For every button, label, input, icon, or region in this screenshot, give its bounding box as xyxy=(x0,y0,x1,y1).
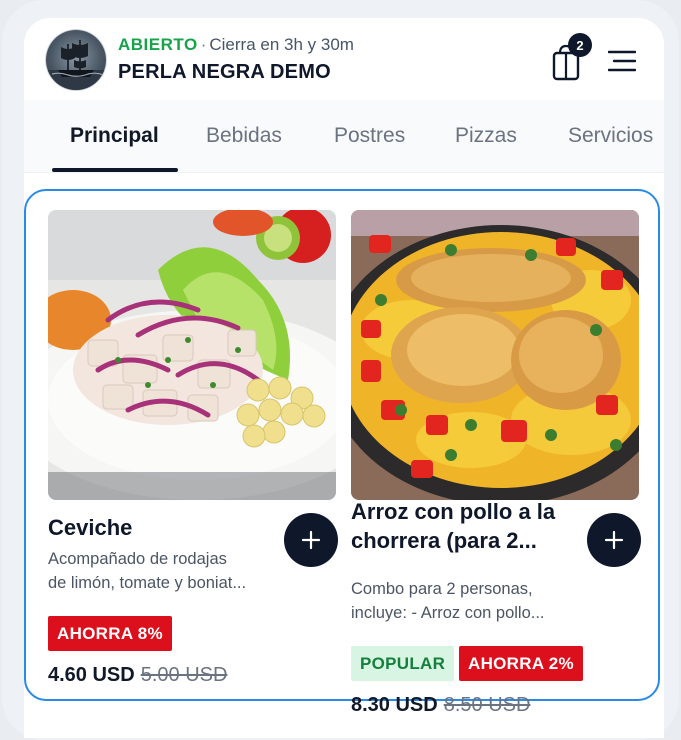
add-to-cart-button[interactable] xyxy=(587,513,641,567)
active-tab-indicator xyxy=(52,168,178,172)
tab-pizzas[interactable]: Pizzas xyxy=(455,124,517,148)
open-status-line: ABIERTO · Cierra en 3h y 30m xyxy=(118,35,354,55)
plus-icon xyxy=(604,530,624,550)
tab-postres[interactable]: Postres xyxy=(334,124,405,148)
closing-time: Cierra en 3h y 30m xyxy=(209,35,354,54)
store-header: ABIERTO · Cierra en 3h y 30m PERLA NEGRA D… xyxy=(24,18,664,100)
menu-button[interactable] xyxy=(607,49,637,73)
discount-badge: AHORRA 2% xyxy=(459,646,583,681)
description-line: de limón, tomate y boniat... xyxy=(48,574,247,592)
description-line: Combo para 2 personas, xyxy=(351,580,533,598)
product-image-ceviche[interactable] xyxy=(48,210,336,500)
arroz-con-pollo-photo xyxy=(351,210,639,500)
pirate-ship-logo-icon xyxy=(46,40,106,90)
store-name: PERLA NEGRA DEMO xyxy=(118,61,331,83)
product-description: Combo para 2 personas, incluye: - Arroz … xyxy=(351,577,585,625)
product-price-row: 4.60 USD 5.00 USD xyxy=(48,664,227,687)
ceviche-photo xyxy=(48,210,336,500)
tab-servicios[interactable]: Servicios xyxy=(568,124,653,148)
popular-badge: POPULAR xyxy=(351,646,455,681)
product-image-arroz-con-pollo[interactable] xyxy=(351,210,639,500)
app-screen: ABIERTO · Cierra en 3h y 30m PERLA NEGRA D… xyxy=(24,18,664,738)
product-description: Acompañado de rodajas de limón, tomate y… xyxy=(48,547,282,595)
add-to-cart-button[interactable] xyxy=(284,513,338,567)
product-name[interactable]: Arroz con pollo a la chorrera (para 2... xyxy=(351,497,579,555)
product-name[interactable]: Ceviche xyxy=(48,513,276,542)
old-price: 5.00 USD xyxy=(140,664,228,686)
store-logo xyxy=(46,30,106,90)
tab-principal[interactable]: Principal xyxy=(70,124,159,148)
product-card-arroz-con-pollo[interactable]: Arroz con pollo a la chorrera (para 2...… xyxy=(351,191,641,716)
tab-bebidas[interactable]: Bebidas xyxy=(206,124,282,148)
discount-badge: AHORRA 8% xyxy=(48,616,172,651)
product-card-ceviche[interactable]: Ceviche Acompañado de rodajas de limón, … xyxy=(48,191,338,701)
cart-count-badge: 2 xyxy=(568,33,592,57)
plus-icon xyxy=(301,530,321,550)
open-status: ABIERTO xyxy=(118,35,198,54)
current-price: 4.60 USD xyxy=(48,664,135,686)
hamburger-menu-icon xyxy=(607,50,637,72)
phone-frame: ABIERTO · Cierra en 3h y 30m PERLA NEGRA D… xyxy=(2,0,679,740)
product-grid: Ceviche Acompañado de rodajas de limón, … xyxy=(24,189,660,716)
description-line: incluye: - Arroz con pollo... xyxy=(351,604,545,622)
category-tabs: Principal Bebidas Postres Pizzas Servici… xyxy=(24,100,664,173)
status-separator: · xyxy=(200,35,207,54)
description-line: Acompañado de rodajas xyxy=(48,550,227,568)
product-price-row: 8.30 USD 8.50 USD xyxy=(351,694,530,717)
